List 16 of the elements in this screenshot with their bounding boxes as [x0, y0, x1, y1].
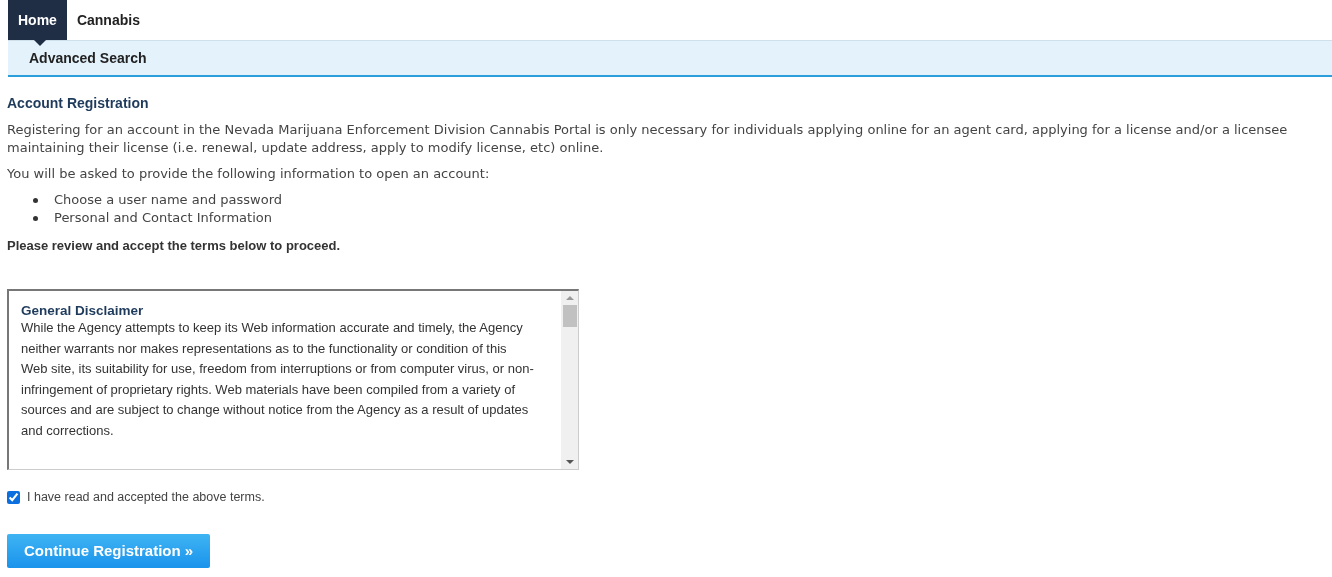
bullet-icon	[33, 215, 38, 221]
intro-text: Registering for an account in the Nevada Marijuana Enforcement Division Cannabis Portal is only necessary for individuals applying online for an agent card, applying for a license and/or a licensee maintaining their license (i.e. renewal, update address, apply to modify license, etc) online.	[7, 121, 1289, 157]
list-item: Choose a user name and password	[54, 191, 283, 209]
terms-text: While the Agency attempts to keep its Web information accurate and timely, the Agency neither warrants nor makes representations as to the functionality or condition of this Web site, its suitability for use, freedom from interruptions or from computer virus, or non-infringement of proprietary rights. Web materials have been compiled from a variety of sources and are subject to change without notice from the Agency as a result of updates and corrections.	[21, 319, 535, 440]
info-text: You will be asked to provide the following information to open an account:	[7, 165, 491, 183]
terms-box[interactable]	[7, 289, 579, 470]
page-heading: Account Registration	[7, 95, 150, 111]
instruction-text: Please review and accept the terms below to proceed.	[7, 237, 342, 255]
accept-checkbox[interactable]	[7, 490, 20, 504]
list-item: Personal and Contact Information	[54, 209, 272, 227]
scrollbar[interactable]	[561, 291, 578, 469]
checkbox-label: I have read and accepted the above terms.	[27, 490, 265, 504]
nav-tab[interactable]: Cannabis	[66, 0, 150, 40]
terms-title: General Disclaimer	[21, 303, 145, 318]
subnav-link[interactable]: Advanced Search	[29, 50, 147, 66]
bullet-icon	[33, 197, 38, 203]
